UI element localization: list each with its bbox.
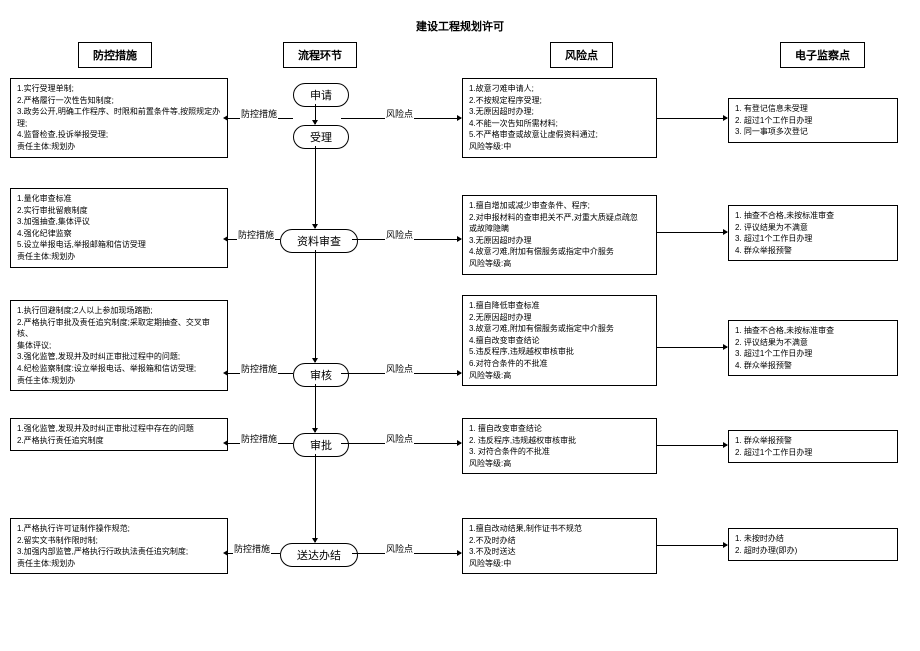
page-title: 建设工程规划许可 xyxy=(0,18,920,34)
node-songda: 送达办结 xyxy=(280,543,358,567)
label-fk-3: 防控措施 xyxy=(240,362,278,375)
elec-box-5: 未按时办结超时办理(即办) xyxy=(728,528,898,561)
node-ziliao: 资料审查 xyxy=(280,229,358,253)
elec-box-4: 群众举报预警超过1个工作日办理 xyxy=(728,430,898,463)
label-fk-2: 防控措施 xyxy=(237,228,275,241)
label-fx-3: 风险点 xyxy=(385,362,414,375)
fk-box-4: 1.强化监管,发现并及时纠正审批过程中存在的问题 2.严格执行责任追究制度 xyxy=(10,418,228,451)
fk-box-5: 1.严格执行许可证制作操作规范; 2.留实文书制作限时制; 3.加强内部监管,严… xyxy=(10,518,228,574)
elec-box-3: 抽查不合格,未按标准审查评议结果为不满意超过1个工作日办理群众举报预警 xyxy=(728,320,898,376)
label-fk-5: 防控措施 xyxy=(233,542,271,555)
node-shenhe: 审核 xyxy=(293,363,349,387)
risk-box-4: 擅自改变审查结论 违反程序,违规越权审核审批 对符合条件的不批准 风险等级:高 xyxy=(462,418,657,474)
fk-box-1: 1.实行受理单制; 2.严格履行一次性告知制度; 3.政务公开,明确工作程序、时… xyxy=(10,78,228,158)
label-fk-4: 防控措施 xyxy=(240,432,278,445)
label-fx-1: 风险点 xyxy=(385,107,414,120)
node-shenqing: 申请 xyxy=(293,83,349,107)
risk-box-5: 1.擅自改动结果,制作证书不规范 2.不及时办结 3.不及时送达 风险等级:中 xyxy=(462,518,657,574)
fk-box-3: 1.执行回避制度;2人以上参加现场踏勘; 2.严格执行审批及责任追究制度;采取定… xyxy=(10,300,228,391)
header-fengxian: 风险点 xyxy=(550,42,613,68)
header-liucheng: 流程环节 xyxy=(283,42,357,68)
risk-box-2: 1.擅自增加或减少审查条件、程序; 2.对申报材料的查审把关不严,对重大质疑点疏… xyxy=(462,195,657,275)
elec-box-2: 抽查不合格,未按标准审查评议结果为不满意超过1个工作日办理群众举报预警 xyxy=(728,205,898,261)
label-fx-5: 风险点 xyxy=(385,542,414,555)
risk-box-1: 1.故意刁难申请人; 2.不按规定程序受理; 3.无原因超时办理; 4.不能一次… xyxy=(462,78,657,158)
header-dianzi: 电子监察点 xyxy=(780,42,865,68)
label-fx-2: 风险点 xyxy=(385,228,414,241)
risk-box-3: 1.擅自降低审查标准 2.无原因超时办理 3.故意刁难,附加有偿服务或指定中介服… xyxy=(462,295,657,386)
node-shouli: 受理 xyxy=(293,125,349,149)
label-fx-4: 风险点 xyxy=(385,432,414,445)
fk-box-2: 1.量化审查标准 2.实行审批留痕制度 3.加强抽查,集体评议 4.强化纪律监察… xyxy=(10,188,228,268)
elec-box-1: 有登记信息未受理超过1个工作日办理同一事项多次登记 xyxy=(728,98,898,143)
label-fk-1: 防控措施 xyxy=(240,107,278,120)
node-shenpi: 审批 xyxy=(293,433,349,457)
header-fangkong: 防控措施 xyxy=(78,42,152,68)
